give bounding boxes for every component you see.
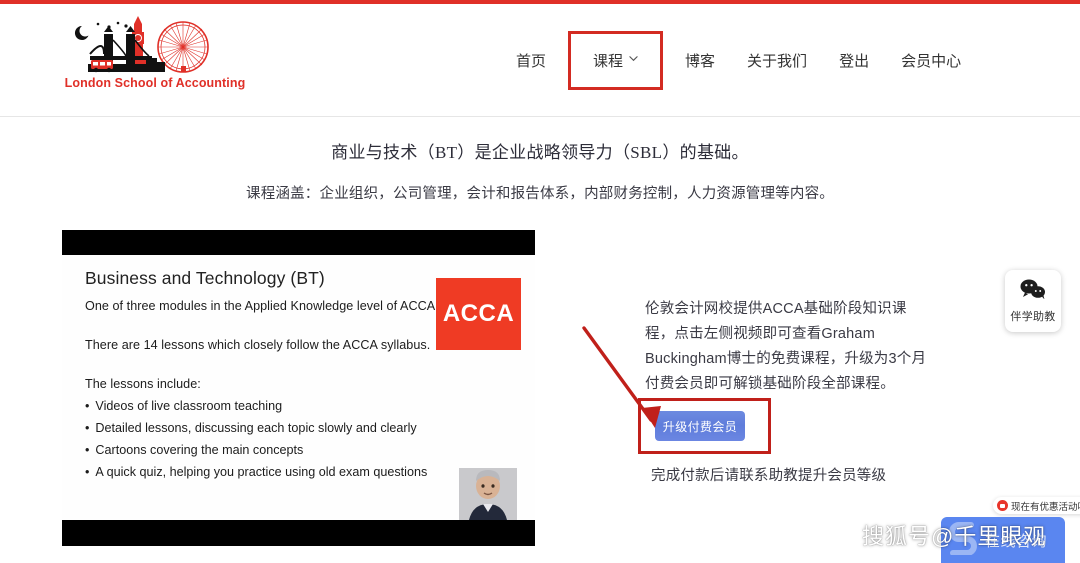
nav-item-blog[interactable]: 博客: [669, 38, 731, 83]
site-logo[interactable]: London School of Accounting: [60, 10, 250, 102]
nav-item-logout[interactable]: 登出: [823, 38, 885, 83]
nav-item-about-us[interactable]: 关于我们: [731, 38, 823, 83]
slide-bullet-list: Videos of live classroom teaching Detail…: [85, 395, 427, 483]
list-item: Detailed lessons, discussing each topic …: [85, 417, 427, 439]
acca-logo: ACCA: [436, 278, 521, 350]
slide-line-2: There are 14 lessons which closely follo…: [85, 338, 431, 352]
presenter-video-thumbnail: [459, 468, 517, 520]
nav-label: 会员中心: [901, 53, 962, 70]
message-bubble-icon: [997, 500, 1008, 511]
nav-label: 博客: [685, 53, 716, 70]
sohu-watermark: 搜狐号@千里眼观: [862, 524, 1047, 549]
nav-label: 课程: [593, 53, 624, 70]
nav-item-home[interactable]: 首页: [500, 38, 562, 83]
nav-item-courses[interactable]: 课程: [568, 31, 664, 90]
study-assistant-widget[interactable]: 伴学助教: [1005, 270, 1061, 332]
list-item: A quick quiz, helping you practice using…: [85, 461, 427, 483]
payment-note: 完成付款后请联系助教提升会员等级: [651, 468, 887, 484]
video-slide: Business and Technology (BT) One of thre…: [62, 255, 535, 520]
chat-toast-text: 现在有优惠活动吗: [1011, 501, 1080, 513]
list-item: Videos of live classroom teaching: [85, 395, 427, 417]
nav-item-member-center[interactable]: 会员中心: [885, 38, 977, 83]
page-root: London School of Accounting 首页 课程 博客 关于我…: [0, 0, 1080, 563]
course-video-player[interactable]: Business and Technology (BT) One of thre…: [62, 230, 535, 546]
nav-label: 关于我们: [747, 53, 808, 70]
intro-subline: 课程涵盖：企业组织，公司管理，会计和报告体系，内部财务控制，人力资源管理等内容。: [246, 186, 834, 202]
nav-label: 登出: [839, 53, 870, 70]
slide-line-1: One of three modules in the Applied Know…: [85, 299, 439, 313]
slide-title: Business and Technology (BT): [85, 268, 325, 288]
list-item: Cartoons covering the main concepts: [85, 439, 427, 461]
intro-headline: 商业与技术（BT）是企业战略领导力（SBL）的基础。: [331, 143, 749, 162]
upgrade-membership-button[interactable]: 升级付费会员: [655, 411, 745, 441]
study-assistant-label: 伴学助教: [1010, 310, 1056, 323]
slide-line-3: The lessons include:: [85, 377, 201, 391]
london-skyline-icon: [60, 10, 250, 76]
nav-label: 首页: [516, 53, 547, 70]
site-header: London School of Accounting 首页 课程 博客 关于我…: [0, 4, 1080, 117]
logo-wordmark: London School of Accounting: [64, 76, 246, 90]
main-nav: 首页 课程 博客 关于我们 登出 会员中心: [500, 4, 977, 117]
chevron-down-icon: [629, 54, 638, 63]
chat-promo-toast[interactable]: 现在有优惠活动吗: [993, 497, 1080, 514]
promo-paragraph: 伦敦会计网校提供ACCA基础阶段知识课程，点击左侧视频即可查看Graham Bu…: [645, 301, 927, 392]
wechat-icon: [1020, 279, 1046, 304]
